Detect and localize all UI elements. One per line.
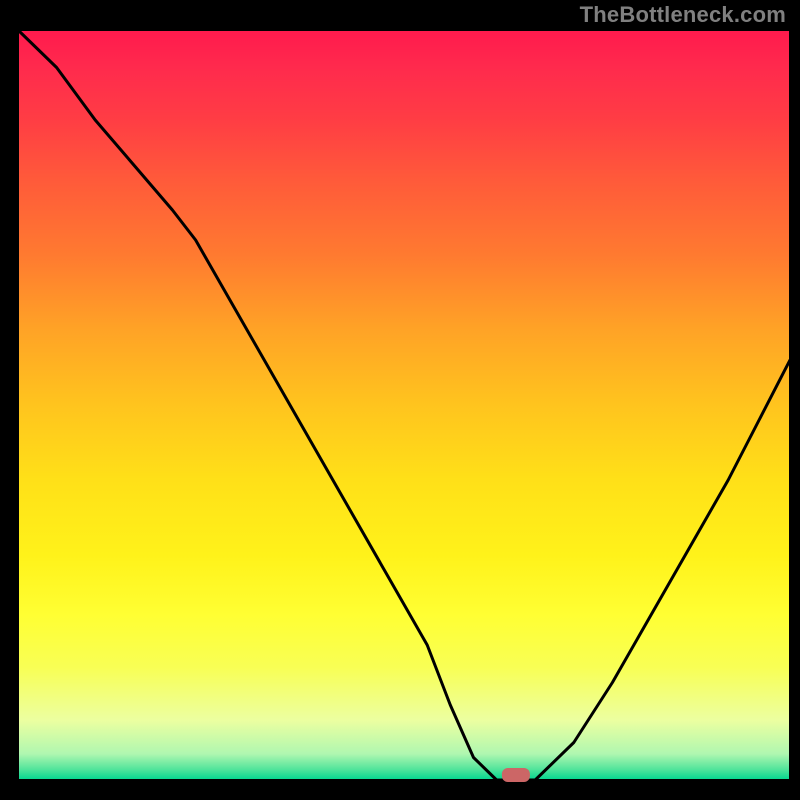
- plot-background: [18, 30, 790, 780]
- chart-frame: TheBottleneck.com: [0, 0, 800, 800]
- optimal-marker: [502, 768, 530, 782]
- bottleneck-chart: [0, 0, 800, 800]
